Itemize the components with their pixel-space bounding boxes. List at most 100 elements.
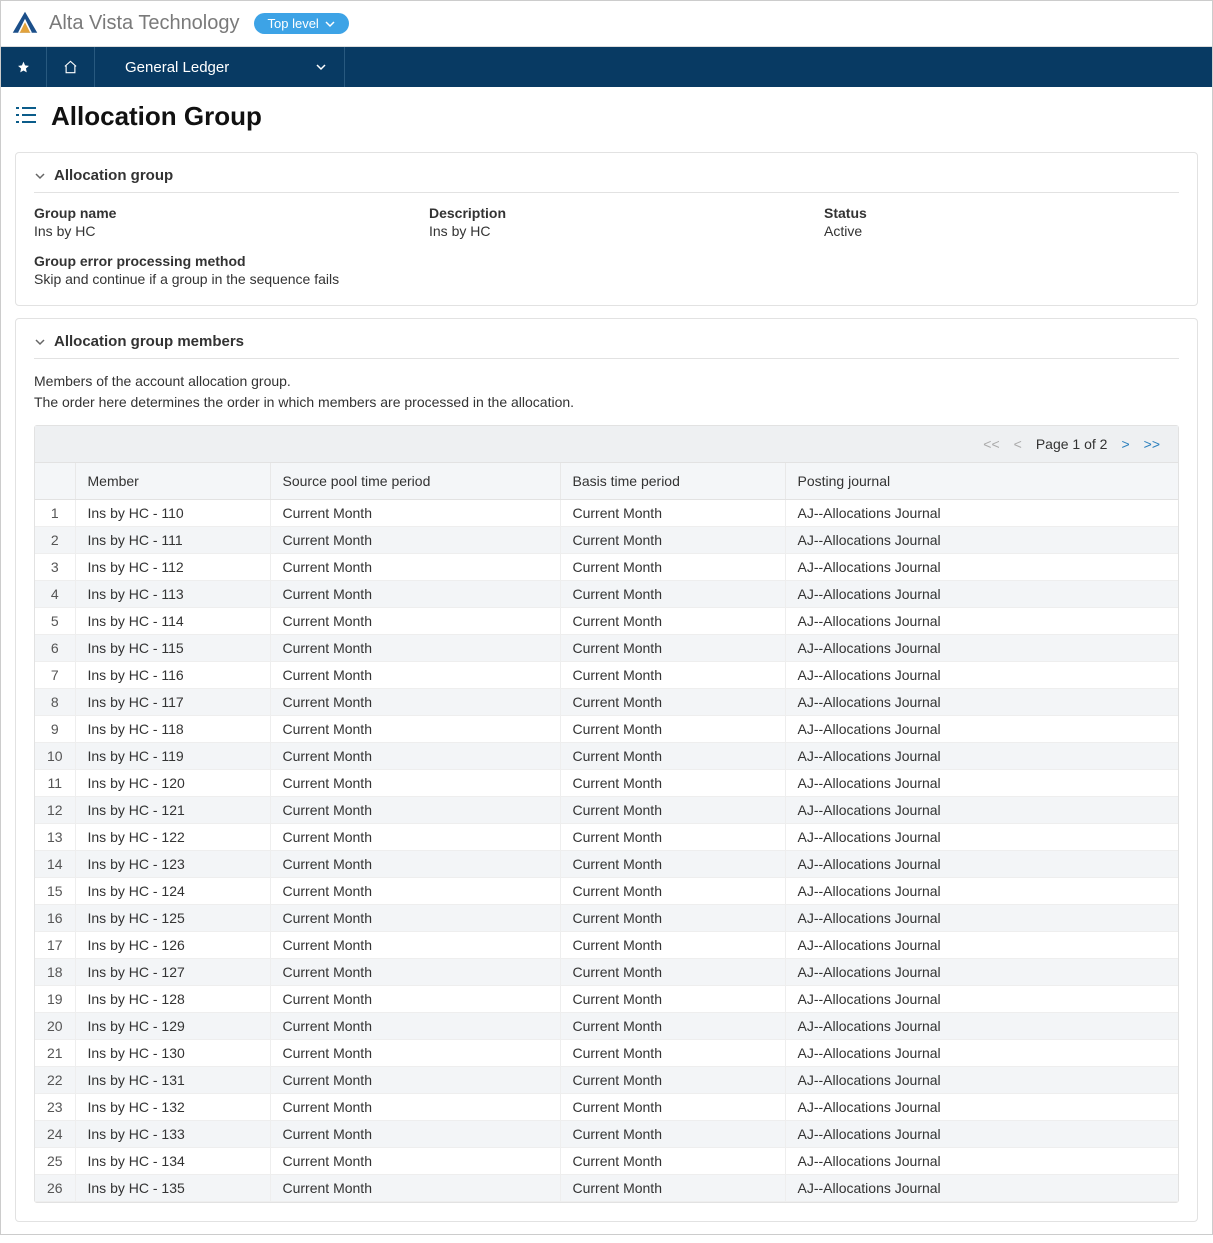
- cell-member: Ins by HC - 114: [75, 608, 270, 635]
- table-row[interactable]: 16Ins by HC - 125Current MonthCurrent Mo…: [35, 905, 1178, 932]
- cell-num: 19: [35, 986, 75, 1013]
- star-icon: [17, 59, 30, 75]
- cell-basis: Current Month: [560, 716, 785, 743]
- table-row[interactable]: 7Ins by HC - 116Current MonthCurrent Mon…: [35, 662, 1178, 689]
- pager-prev[interactable]: <: [1014, 436, 1022, 452]
- description-label: Description: [429, 205, 784, 221]
- col-header-num[interactable]: [35, 463, 75, 500]
- cell-num: 2: [35, 527, 75, 554]
- table-row[interactable]: 15Ins by HC - 124Current MonthCurrent Mo…: [35, 878, 1178, 905]
- table-row[interactable]: 9Ins by HC - 118Current MonthCurrent Mon…: [35, 716, 1178, 743]
- table-row[interactable]: 23Ins by HC - 132Current MonthCurrent Mo…: [35, 1094, 1178, 1121]
- nav-favorites[interactable]: [1, 47, 47, 87]
- cell-basis: Current Month: [560, 770, 785, 797]
- cell-num: 18: [35, 959, 75, 986]
- table-row[interactable]: 17Ins by HC - 126Current MonthCurrent Mo…: [35, 932, 1178, 959]
- table-row[interactable]: 5Ins by HC - 114Current MonthCurrent Mon…: [35, 608, 1178, 635]
- cell-source: Current Month: [270, 527, 560, 554]
- table-row[interactable]: 24Ins by HC - 133Current MonthCurrent Mo…: [35, 1121, 1178, 1148]
- cell-source: Current Month: [270, 851, 560, 878]
- col-header-journal[interactable]: Posting journal: [785, 463, 1178, 500]
- table-row[interactable]: 4Ins by HC - 113Current MonthCurrent Mon…: [35, 581, 1178, 608]
- table-row[interactable]: 25Ins by HC - 134Current MonthCurrent Mo…: [35, 1148, 1178, 1175]
- error-method-label: Group error processing method: [34, 253, 389, 269]
- table-row[interactable]: 13Ins by HC - 122Current MonthCurrent Mo…: [35, 824, 1178, 851]
- table-row[interactable]: 20Ins by HC - 129Current MonthCurrent Mo…: [35, 1013, 1178, 1040]
- cell-source: Current Month: [270, 770, 560, 797]
- cell-journal: AJ--Allocations Journal: [785, 1067, 1178, 1094]
- cell-member: Ins by HC - 117: [75, 689, 270, 716]
- company-name: Alta Vista Technology: [49, 12, 240, 35]
- cell-source: Current Month: [270, 959, 560, 986]
- table-row[interactable]: 6Ins by HC - 115Current MonthCurrent Mon…: [35, 635, 1178, 662]
- pager-next[interactable]: >: [1121, 436, 1129, 452]
- cell-num: 6: [35, 635, 75, 662]
- cell-member: Ins by HC - 126: [75, 932, 270, 959]
- table-row[interactable]: 2Ins by HC - 111Current MonthCurrent Mon…: [35, 527, 1178, 554]
- cell-basis: Current Month: [560, 1013, 785, 1040]
- table-row[interactable]: 19Ins by HC - 128Current MonthCurrent Mo…: [35, 986, 1178, 1013]
- table-row[interactable]: 3Ins by HC - 112Current MonthCurrent Mon…: [35, 554, 1178, 581]
- table-row[interactable]: 11Ins by HC - 120Current MonthCurrent Mo…: [35, 770, 1178, 797]
- cell-basis: Current Month: [560, 1121, 785, 1148]
- pager-last[interactable]: >>: [1144, 436, 1160, 452]
- col-header-member[interactable]: Member: [75, 463, 270, 500]
- cell-source: Current Month: [270, 986, 560, 1013]
- context-pill[interactable]: Top level: [254, 13, 349, 34]
- pager-first[interactable]: <<: [983, 436, 999, 452]
- panel-header[interactable]: Allocation group: [34, 167, 1179, 193]
- table-row[interactable]: 10Ins by HC - 119Current MonthCurrent Mo…: [35, 743, 1178, 770]
- nav-module-dropdown[interactable]: General Ledger: [95, 47, 345, 87]
- table-row[interactable]: 22Ins by HC - 131Current MonthCurrent Mo…: [35, 1067, 1178, 1094]
- cell-source: Current Month: [270, 1040, 560, 1067]
- cell-source: Current Month: [270, 635, 560, 662]
- cell-member: Ins by HC - 120: [75, 770, 270, 797]
- cell-journal: AJ--Allocations Journal: [785, 635, 1178, 662]
- cell-member: Ins by HC - 127: [75, 959, 270, 986]
- cell-member: Ins by HC - 111: [75, 527, 270, 554]
- cell-num: 24: [35, 1121, 75, 1148]
- table-row[interactable]: 21Ins by HC - 130Current MonthCurrent Mo…: [35, 1040, 1178, 1067]
- panel-allocation-group-members: Allocation group members Members of the …: [15, 318, 1198, 1222]
- table-row[interactable]: 8Ins by HC - 117Current MonthCurrent Mon…: [35, 689, 1178, 716]
- cell-member: Ins by HC - 113: [75, 581, 270, 608]
- cell-basis: Current Month: [560, 500, 785, 527]
- table-row[interactable]: 12Ins by HC - 121Current MonthCurrent Mo…: [35, 797, 1178, 824]
- table-row[interactable]: 14Ins by HC - 123Current MonthCurrent Mo…: [35, 851, 1178, 878]
- table-row[interactable]: 18Ins by HC - 127Current MonthCurrent Mo…: [35, 959, 1178, 986]
- nav-bar: General Ledger: [1, 47, 1212, 87]
- help-line-2: The order here determines the order in w…: [34, 392, 1179, 413]
- cell-num: 23: [35, 1094, 75, 1121]
- cell-source: Current Month: [270, 797, 560, 824]
- panel-title: Allocation group: [54, 167, 173, 184]
- cell-basis: Current Month: [560, 851, 785, 878]
- cell-member: Ins by HC - 135: [75, 1175, 270, 1202]
- page-title: Allocation Group: [51, 101, 262, 132]
- cell-member: Ins by HC - 119: [75, 743, 270, 770]
- cell-num: 10: [35, 743, 75, 770]
- panel-header[interactable]: Allocation group members: [34, 333, 1179, 359]
- cell-num: 11: [35, 770, 75, 797]
- nav-home[interactable]: [47, 47, 95, 87]
- list-icon[interactable]: [15, 106, 37, 127]
- cell-num: 21: [35, 1040, 75, 1067]
- cell-basis: Current Month: [560, 1040, 785, 1067]
- cell-basis: Current Month: [560, 878, 785, 905]
- cell-source: Current Month: [270, 689, 560, 716]
- table-row[interactable]: 1Ins by HC - 110Current MonthCurrent Mon…: [35, 500, 1178, 527]
- cell-member: Ins by HC - 129: [75, 1013, 270, 1040]
- cell-member: Ins by HC - 121: [75, 797, 270, 824]
- cell-journal: AJ--Allocations Journal: [785, 1175, 1178, 1202]
- cell-basis: Current Month: [560, 797, 785, 824]
- cell-basis: Current Month: [560, 1067, 785, 1094]
- cell-num: 9: [35, 716, 75, 743]
- table-row[interactable]: 26Ins by HC - 135Current MonthCurrent Mo…: [35, 1175, 1178, 1202]
- cell-journal: AJ--Allocations Journal: [785, 986, 1178, 1013]
- help-line-1: Members of the account allocation group.: [34, 371, 1179, 392]
- pager-label: Page 1 of 2: [1036, 436, 1108, 452]
- col-header-source[interactable]: Source pool time period: [270, 463, 560, 500]
- cell-source: Current Month: [270, 1121, 560, 1148]
- cell-member: Ins by HC - 112: [75, 554, 270, 581]
- col-header-basis[interactable]: Basis time period: [560, 463, 785, 500]
- cell-source: Current Month: [270, 1175, 560, 1202]
